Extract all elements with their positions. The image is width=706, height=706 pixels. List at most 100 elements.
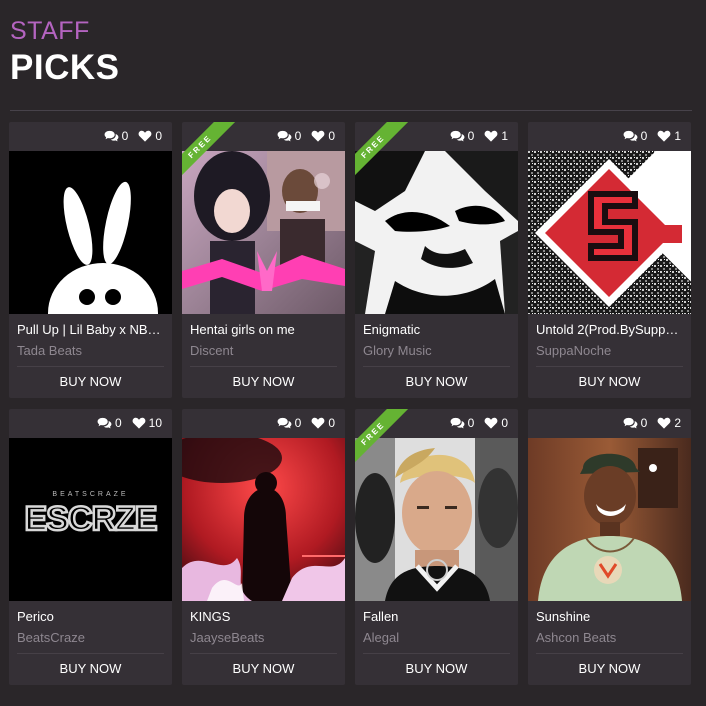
- card-stats: 0 0: [277, 409, 335, 437]
- comment-count[interactable]: 0: [623, 416, 648, 430]
- beat-title[interactable]: Perico: [17, 609, 165, 624]
- beat-author[interactable]: JaayseBeats: [190, 630, 264, 645]
- like-count-value: 0: [501, 416, 508, 430]
- like-count[interactable]: 0: [311, 416, 335, 430]
- buy-now-button[interactable]: BUY NOW: [182, 655, 345, 683]
- cover-art-bunny[interactable]: [9, 151, 172, 314]
- beat-author[interactable]: Alegal: [363, 630, 399, 645]
- like-count[interactable]: 10: [132, 416, 162, 430]
- comment-icon: [450, 130, 465, 142]
- like-count[interactable]: 0: [311, 129, 335, 143]
- like-count-value: 0: [328, 129, 335, 143]
- comment-count[interactable]: 0: [277, 129, 302, 143]
- beat-title[interactable]: Enigmatic: [363, 322, 511, 337]
- card-stats: 0 10: [97, 409, 162, 437]
- card-divider: [190, 366, 337, 367]
- heart-icon: [657, 417, 671, 429]
- art-small-text: BEATSCRAZE: [52, 491, 128, 498]
- beat-author[interactable]: BeatsCraze: [17, 630, 85, 645]
- like-count-value: 1: [501, 129, 508, 143]
- comment-count-value: 0: [467, 129, 475, 143]
- comment-icon: [277, 130, 292, 142]
- comment-count-value: 0: [294, 129, 302, 143]
- cover-art-red-logo[interactable]: [528, 151, 691, 314]
- comment-count-value: 0: [121, 129, 129, 143]
- beat-title[interactable]: Untold 2(Prod.BySupp…: [536, 322, 684, 337]
- comment-count-value: 0: [640, 416, 648, 430]
- cover-art-anime[interactable]: [182, 151, 345, 314]
- cover-art-smiling-man[interactable]: [528, 438, 691, 601]
- like-count-value: 10: [148, 416, 162, 430]
- card-divider: [536, 653, 683, 654]
- beat-title[interactable]: Fallen: [363, 609, 511, 624]
- staff-picks-header: STAFF PICKS: [10, 16, 119, 88]
- beat-title[interactable]: KINGS: [190, 609, 338, 624]
- card-divider: [536, 366, 683, 367]
- buy-now-button[interactable]: BUY NOW: [528, 655, 691, 683]
- card-divider: [363, 653, 510, 654]
- beat-card[interactable]: FREE 0 0 Hentai girls on me Discent BUY …: [182, 122, 345, 398]
- beat-card[interactable]: FREE 0 0 Fallen Alegal BUY NOW: [355, 409, 518, 685]
- card-stats: 0 2: [623, 409, 681, 437]
- heart-icon: [138, 130, 152, 142]
- buy-now-button[interactable]: BUY NOW: [182, 368, 345, 396]
- like-count[interactable]: 1: [484, 129, 508, 143]
- cover-art-face-sketch[interactable]: [355, 151, 518, 314]
- comment-icon: [450, 417, 465, 429]
- beat-card[interactable]: FREE 0 1 Enigmatic Glory Music BUY NOW: [355, 122, 518, 398]
- section-subtitle: STAFF: [10, 17, 90, 45]
- comment-icon: [623, 130, 638, 142]
- comment-count[interactable]: 0: [277, 416, 302, 430]
- card-stats: 0 1: [450, 122, 508, 150]
- beat-author[interactable]: Discent: [190, 343, 233, 358]
- beat-author[interactable]: Tada Beats: [17, 343, 82, 358]
- buy-now-button[interactable]: BUY NOW: [528, 368, 691, 396]
- beat-card[interactable]: 0 2 Sunshine Ashcon Beats BUY NOW: [528, 409, 691, 685]
- comment-count-value: 0: [294, 416, 302, 430]
- heart-icon: [484, 130, 498, 142]
- cover-art-kings[interactable]: [182, 438, 345, 601]
- card-divider: [190, 653, 337, 654]
- beat-title[interactable]: Sunshine: [536, 609, 684, 624]
- buy-now-button[interactable]: BUY NOW: [9, 368, 172, 396]
- like-count[interactable]: 0: [484, 416, 508, 430]
- beat-card[interactable]: 0 1 Untold 2(Prod.BySupp… SuppaNoche BUY…: [528, 122, 691, 398]
- comment-icon: [623, 417, 638, 429]
- beat-title[interactable]: Pull Up | Lil Baby x NB…: [17, 322, 165, 337]
- buy-now-button[interactable]: BUY NOW: [355, 368, 518, 396]
- beat-title[interactable]: Hentai girls on me: [190, 322, 338, 337]
- art-big-text: ESCRZE: [25, 500, 157, 538]
- header-divider: [10, 110, 692, 111]
- buy-now-button[interactable]: BUY NOW: [9, 655, 172, 683]
- like-count-value: 1: [674, 129, 681, 143]
- comment-count[interactable]: 0: [104, 129, 129, 143]
- comment-count[interactable]: 0: [97, 416, 122, 430]
- comment-count[interactable]: 0: [623, 129, 647, 143]
- comment-icon: [104, 130, 119, 142]
- beat-author[interactable]: Glory Music: [363, 343, 432, 358]
- like-count-value: 0: [328, 416, 335, 430]
- beat-author[interactable]: Ashcon Beats: [536, 630, 616, 645]
- card-stats: 0 1: [623, 122, 681, 150]
- like-count[interactable]: 0: [138, 129, 162, 143]
- beat-author[interactable]: SuppaNoche: [536, 343, 611, 358]
- beat-card[interactable]: 0 10 BEATSCRAZE ESCRZE Perico BeatsCraze…: [9, 409, 172, 685]
- card-divider: [17, 366, 164, 367]
- heart-icon: [657, 130, 671, 142]
- card-stats: 0 0: [277, 122, 335, 150]
- section-title: PICKS: [10, 48, 120, 87]
- buy-now-button[interactable]: BUY NOW: [355, 655, 518, 683]
- heart-icon: [311, 417, 325, 429]
- comment-count[interactable]: 0: [450, 416, 474, 430]
- like-count[interactable]: 1: [657, 129, 681, 143]
- comment-icon: [277, 417, 292, 429]
- comment-count[interactable]: 0: [450, 129, 475, 143]
- like-count[interactable]: 2: [657, 416, 681, 430]
- cover-art-beatscraze[interactable]: BEATSCRAZE ESCRZE: [9, 438, 172, 601]
- heart-icon: [484, 417, 498, 429]
- card-stats: 0 0: [104, 122, 162, 150]
- beat-card[interactable]: 0 0 Pull Up | Lil Baby x NB… Tada Beats …: [9, 122, 172, 398]
- card-divider: [363, 366, 510, 367]
- beat-card[interactable]: 0 0 KINGS JaayseBeats BUY NOW: [182, 409, 345, 685]
- cover-art-portrait[interactable]: [355, 438, 518, 601]
